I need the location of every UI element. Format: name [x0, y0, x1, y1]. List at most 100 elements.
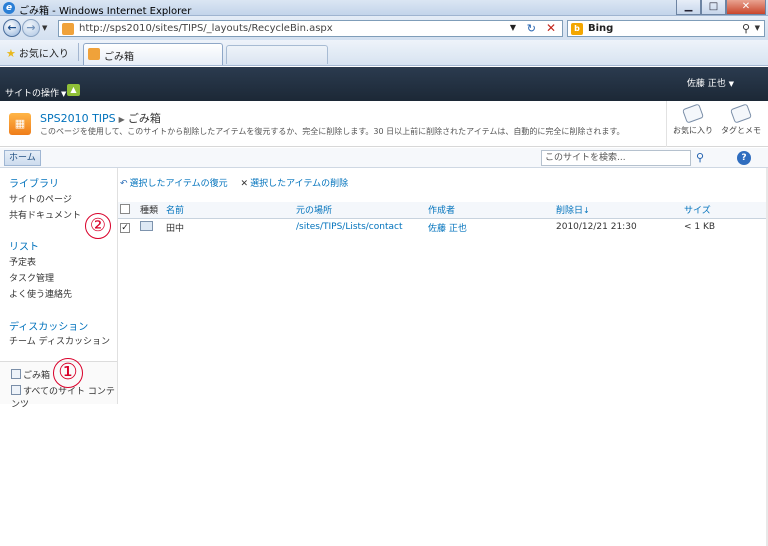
ie-logo-icon: e	[3, 2, 15, 14]
table-header-row: 種類 名前 元の場所 作成者 削除日↓ サイズ	[118, 202, 768, 219]
breadcrumb: SPS2010 TIPS ▶ ごみ箱	[40, 110, 161, 126]
new-tab-button[interactable]	[226, 45, 328, 64]
favorites-label: お気に入り	[18, 49, 69, 60]
nav-item-contacts[interactable]: よく使う連絡先	[9, 287, 72, 300]
column-header-type: 種類	[138, 202, 164, 219]
back-button[interactable]: ←	[3, 19, 21, 37]
user-menu[interactable]: 佐藤 正也 ▼	[687, 76, 734, 89]
column-header-author[interactable]: 作成者	[426, 202, 554, 219]
select-all-cell	[118, 202, 138, 219]
delete-label: 選択したアイテムの削除	[250, 179, 349, 189]
row-deleted-date: 2010/12/21 21:30	[556, 222, 637, 233]
i-like-it-button[interactable]: お気に入り	[671, 103, 715, 136]
nav-item-tasks[interactable]: タスク管理	[9, 271, 54, 284]
list-item-icon	[140, 221, 153, 232]
column-header-location[interactable]: 元の場所	[294, 202, 426, 219]
recycle-bin-table: 種類 名前 元の場所 作成者 削除日↓ サイズ ✓ 田中 /sites/TIPS…	[118, 202, 768, 236]
search-dropdown-icon[interactable]: ▼	[755, 24, 760, 32]
recycle-bin-icon	[11, 369, 21, 379]
site-content-icon	[11, 385, 21, 395]
address-dropdown-icon[interactable]: ▼	[510, 23, 516, 32]
site-logo-icon[interactable]: ▦	[9, 113, 31, 135]
history-dropdown-icon[interactable]: ▼	[42, 24, 47, 32]
column-header-deleted[interactable]: 削除日↓	[554, 202, 682, 219]
site-favicon-icon	[62, 23, 74, 35]
window-controls: ▁ □ ✕	[676, 0, 766, 15]
address-toolbar: ← → ▼ http://sps2010/sites/TIPS/_layouts…	[0, 16, 768, 40]
row-name: 田中	[166, 223, 185, 234]
site-search-input[interactable]: このサイトを検索...	[541, 150, 691, 166]
stop-icon[interactable]: ✕	[546, 21, 556, 35]
annotation-marker-1: ①	[53, 358, 83, 388]
nav-head-lists[interactable]: リスト	[9, 238, 39, 253]
column-header-size[interactable]: サイズ	[682, 202, 768, 219]
nav-item-calendar[interactable]: 予定表	[9, 255, 36, 268]
favorites-bar: ★ お気に入り ごみ箱	[0, 40, 768, 66]
page-title: ごみ箱	[127, 112, 161, 125]
nav-item-recycle-bin[interactable]: ごみ箱	[11, 368, 50, 381]
address-url[interactable]: http://sps2010/sites/TIPS/_layouts/Recyc…	[79, 23, 333, 34]
browser-search-box[interactable]: b Bing ⚲ ▼	[567, 20, 765, 37]
help-icon[interactable]: ?	[737, 151, 751, 165]
favorites-button[interactable]: ★ お気に入り	[6, 45, 69, 60]
row-select-cell: ✓	[118, 218, 138, 236]
tab-home[interactable]: ホーム	[4, 150, 41, 166]
delete-selection-button[interactable]: ✕ 選択したアイテムの削除	[241, 179, 349, 189]
forward-button[interactable]: →	[22, 19, 40, 37]
row-checkbox[interactable]: ✓	[120, 222, 130, 233]
navigate-up-icon[interactable]: ▲	[67, 84, 80, 96]
nav-head-discussions[interactable]: ディスカッション	[9, 318, 88, 333]
social-buttons: お気に入り タグとメモ	[666, 101, 768, 147]
browser-tab-recycle-bin[interactable]: ごみ箱	[83, 43, 223, 65]
site-actions-label: サイトの操作	[5, 89, 60, 99]
bing-icon: b	[571, 23, 583, 35]
row-type-cell	[138, 218, 164, 236]
site-actions-menu[interactable]: サイトの操作 ▼	[5, 86, 66, 99]
nav-item-team-discussion[interactable]: チーム ディスカッション	[9, 334, 110, 347]
star-icon: ★	[6, 47, 16, 60]
annotation-marker-2: ②	[85, 213, 111, 239]
restore-label: 選択したアイテムの復元	[129, 179, 228, 189]
recycle-bin-label: ごみ箱	[23, 371, 51, 381]
tab-label: ごみ箱	[104, 52, 134, 63]
window-title: ごみ箱 - Windows Internet Explorer	[19, 6, 192, 17]
restore-icon: ↶	[120, 179, 128, 189]
tags-notes-label: タグとメモ	[721, 126, 761, 135]
tab-favicon-icon	[88, 48, 100, 60]
chevron-down-icon: ▼	[728, 80, 734, 88]
search-icon[interactable]: ⚲	[742, 22, 750, 35]
page-title-area: ▦ SPS2010 TIPS ▶ ごみ箱 このページを使用して、このサイトから削除し…	[0, 101, 768, 147]
delete-icon: ✕	[240, 179, 249, 189]
row-size: < 1 KB	[684, 222, 716, 233]
nav-head-libraries[interactable]: ライブラリ	[9, 175, 59, 190]
close-button[interactable]: ✕	[726, 0, 766, 15]
window-title-bar: e ごみ箱 - Windows Internet Explorer ▁ □ ✕	[0, 0, 768, 17]
column-header-name[interactable]: 名前	[164, 202, 294, 219]
thumbs-tag-icon	[681, 103, 705, 124]
search-engine-name[interactable]: Bing	[588, 23, 613, 34]
minimize-button[interactable]: ▁	[676, 0, 701, 15]
address-bar[interactable]: http://sps2010/sites/TIPS/_layouts/Recyc…	[58, 20, 563, 37]
search-go-icon[interactable]: ⚲	[692, 150, 708, 166]
nav-item-shared-documents[interactable]: 共有ドキュメント	[9, 208, 81, 221]
row-location[interactable]: /sites/TIPS/Lists/contact	[294, 218, 426, 236]
refresh-icon[interactable]: ↻	[527, 22, 536, 35]
maximize-button[interactable]: □	[701, 0, 726, 15]
page-description: このページを使用して、このサイトから削除したアイテムを復元するか、完全に削除しま…	[40, 127, 625, 136]
breadcrumb-site-link[interactable]: SPS2010 TIPS	[40, 112, 116, 125]
nav-item-all-site-content[interactable]: すべてのサイト コンテンツ	[11, 384, 117, 410]
tab-separator	[78, 43, 79, 61]
row-author[interactable]: 佐藤 正也	[426, 218, 554, 236]
recycle-toolbar: ↶ 選択したアイテムの復元 ✕ 選択したアイテムの削除	[120, 176, 358, 189]
deleted-header-label: 削除日	[556, 206, 584, 217]
all-site-content-label: すべてのサイト コンテンツ	[11, 387, 115, 410]
table-row[interactable]: ✓ 田中 /sites/TIPS/Lists/contact 佐藤 正也 201…	[118, 218, 768, 236]
note-tag-icon	[729, 103, 753, 124]
i-like-it-label: お気に入り	[673, 126, 713, 135]
tags-notes-button[interactable]: タグとメモ	[719, 103, 763, 136]
sharepoint-ribbon-bar: サイトの操作 ▼ ▲ 佐藤 正也 ▼	[0, 67, 768, 101]
select-all-checkbox[interactable]	[120, 203, 130, 214]
restore-selection-button[interactable]: ↶ 選択したアイテムの復元	[120, 179, 228, 189]
nav-item-site-pages[interactable]: サイトのページ	[9, 192, 72, 205]
top-navigation: ホーム このサイトを検索... ⚲ ?	[0, 148, 768, 168]
